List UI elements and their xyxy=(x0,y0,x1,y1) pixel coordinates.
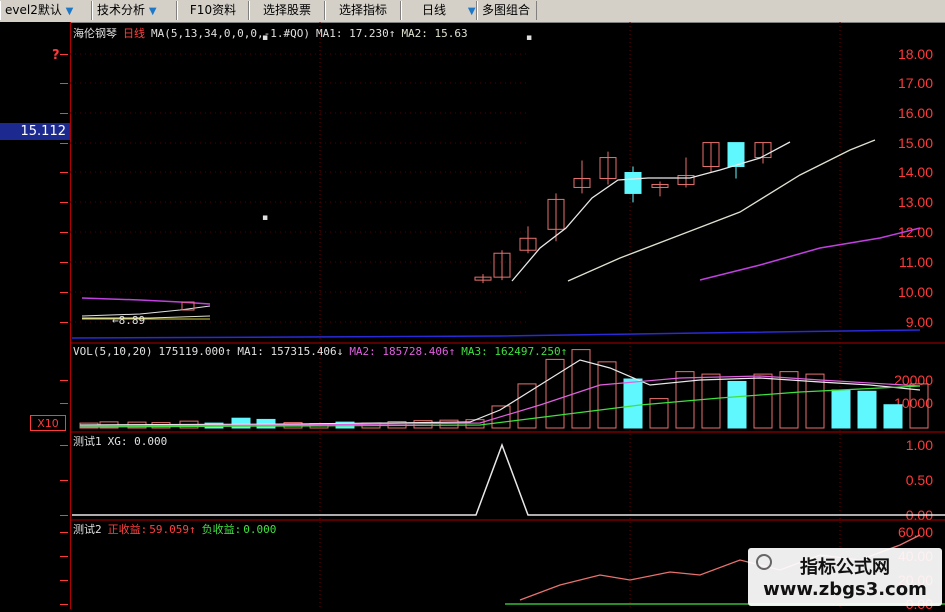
watermark-badge: 指标公式网 www.zbgs3.com xyxy=(748,548,942,606)
watermark-title: 指标公式网 xyxy=(800,557,890,578)
volume-params: VOL(5,10,20) xyxy=(73,345,153,358)
indicator1-name: 测试1 xyxy=(73,435,102,448)
volume-bar xyxy=(701,373,721,429)
indicator2-header: 测试2 正收益: 59.059↑ 负收益: 0.000 xyxy=(73,521,282,537)
marker-dot: ▪ xyxy=(526,33,532,43)
volume-bar xyxy=(623,378,643,429)
candle-body xyxy=(624,172,642,194)
positive-return-label: 正收益: xyxy=(107,523,148,536)
volume-ma3-line xyxy=(79,385,921,428)
volume-bar xyxy=(413,420,433,429)
ma1-line xyxy=(511,141,791,282)
volume-bar xyxy=(675,371,695,429)
ma-params: MA(5,13,34,0,0,0,-1.#QO) xyxy=(151,27,310,40)
volume-ma2: MA2: 185728.406↑ xyxy=(349,345,456,358)
volume-value: 175119.000↑ xyxy=(158,345,232,358)
volume-bar xyxy=(909,383,929,429)
ma1-line-left xyxy=(81,305,211,317)
stock-name: 海伦钢琴 xyxy=(73,27,117,40)
ma3-line-left xyxy=(81,297,211,305)
watermark-url: www.zbgs3.com xyxy=(763,579,927,600)
xg-signal-line xyxy=(72,442,945,516)
negative-return-value: 0.000 xyxy=(243,523,277,536)
volume-bar xyxy=(597,361,617,429)
volume-bar xyxy=(753,373,773,429)
volume-ma3: MA3: 162497.250↑ xyxy=(461,345,568,358)
volume-bar xyxy=(727,380,747,429)
period-label: 日线 xyxy=(123,27,145,40)
ma4-line xyxy=(71,329,921,339)
volume-bar xyxy=(857,390,877,429)
indicator2-name: 测试2 xyxy=(73,523,102,536)
marker-dot: ▪ xyxy=(262,213,268,223)
price-header: 海伦钢琴 日线 MA(5,13,34,0,0,0,-1.#QO) MA1: 17.23… xyxy=(73,25,474,41)
volume-bar xyxy=(831,389,851,429)
ma3-line xyxy=(699,227,921,281)
volume-bar xyxy=(517,383,537,429)
indicator1-xg: XG: 0.000 xyxy=(107,435,168,448)
volume-ma2-line xyxy=(79,375,921,427)
volume-ma1: MA1: 157315.406↓ xyxy=(237,345,344,358)
volume-bar xyxy=(545,358,565,429)
chart-canvas[interactable]: ▪ ▪▪ xyxy=(0,0,945,609)
ma2-line-left xyxy=(82,315,211,319)
volume-bar xyxy=(439,419,459,429)
volume-bar xyxy=(883,404,903,429)
volume-bar xyxy=(465,419,485,429)
low-marker: ←8.89 xyxy=(112,314,146,327)
ma1-value: MA1: 17.230↑ xyxy=(315,27,396,40)
negative-return-label: 负收益: xyxy=(201,523,242,536)
indicator1-header: 测试1 XG: 0.000 xyxy=(73,433,173,449)
positive-return-value: 59.059↑ xyxy=(149,523,196,536)
ma2-value: MA2: 15.63 xyxy=(401,27,468,40)
volume-header: VOL(5,10,20) 175119.000↑ MA1: 157315.406↓ M… xyxy=(73,345,573,358)
ma2-line xyxy=(567,139,876,282)
